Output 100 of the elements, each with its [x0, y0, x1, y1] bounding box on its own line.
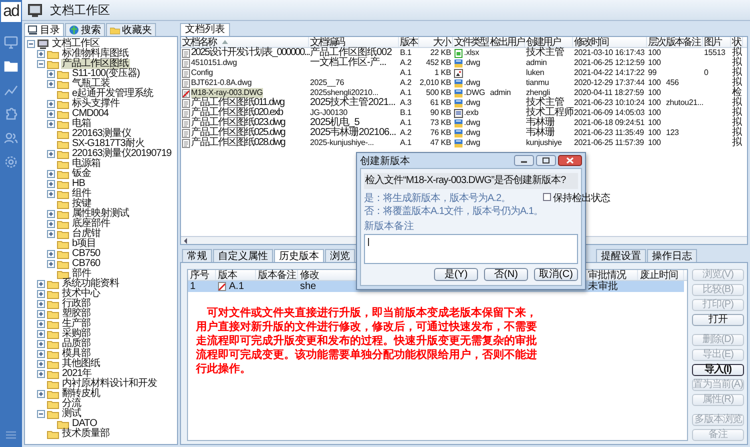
file-name[interactable]: 产品工作区图纸020.exb	[191, 108, 283, 118]
expand-icon[interactable]	[47, 170, 55, 178]
expand-icon[interactable]	[47, 260, 55, 268]
minimize-icon[interactable]	[514, 155, 534, 166]
detail-tab[interactable]: 操作日志	[647, 249, 697, 262]
keep-checkout-checkbox[interactable]: 保持检出状态	[543, 193, 610, 217]
column-header[interactable]: 序号	[190, 270, 209, 281]
tree-item[interactable]: CB760	[71, 259, 102, 269]
expand-icon[interactable]	[47, 180, 55, 188]
tree-item[interactable]: 品质部	[61, 339, 92, 349]
list-tab[interactable]: 文档列表	[180, 23, 230, 36]
tree-item[interactable]: S11-100(变压器)	[71, 69, 141, 79]
tree-item[interactable]: 其他图纸	[61, 359, 101, 369]
tree-item[interactable]: 220163测量仪20190719	[71, 149, 172, 159]
tree-item[interactable]: SX-G1817T3耐火	[71, 139, 146, 149]
column-header[interactable]: 废止时间	[640, 270, 678, 281]
dialog-button[interactable]: 取消(C)	[534, 268, 578, 281]
note-field[interactable]	[364, 234, 578, 264]
expand-icon[interactable]	[47, 210, 55, 218]
tree-item[interactable]: 模具部	[61, 349, 92, 359]
tree-item[interactable]: 翻转皮机	[61, 389, 101, 399]
expand-icon[interactable]	[37, 330, 45, 338]
expand-icon[interactable]	[37, 280, 45, 288]
file-name[interactable]: 产品工作区图纸025.dwg	[191, 128, 285, 138]
expand-icon[interactable]	[47, 70, 55, 78]
column-header[interactable]: 修改	[300, 270, 319, 281]
tree-item[interactable]: 底座部件	[71, 219, 111, 229]
tree-item[interactable]: 内衬原材料设计和开发	[61, 379, 158, 389]
file-name[interactable]: 4510151.dwg	[191, 58, 237, 68]
tree-item[interactable]: 220163测量仪	[71, 129, 132, 139]
expand-icon[interactable]	[47, 150, 55, 158]
expand-icon[interactable]	[37, 340, 45, 348]
file-name[interactable]: 2025设计开发计划表_000000...	[191, 48, 310, 58]
tree-item[interactable]: 技术质量部	[61, 429, 110, 439]
tree-item[interactable]: b项目	[71, 239, 98, 249]
column-header[interactable]: 版本	[218, 270, 237, 281]
tree-item[interactable]: 测试	[61, 409, 82, 419]
expand-icon[interactable]	[47, 250, 55, 258]
collapse-icon[interactable]	[37, 410, 45, 418]
tree-item[interactable]: CB750	[71, 249, 102, 259]
expand-icon[interactable]	[37, 300, 45, 308]
column-header[interactable]: 版本	[400, 37, 417, 49]
expand-icon[interactable]	[37, 370, 45, 378]
expand-icon[interactable]	[37, 50, 45, 58]
tree-item[interactable]: 标准物料库图纸	[61, 49, 130, 59]
tree-item[interactable]: 钣金	[71, 169, 92, 179]
close-icon[interactable]	[558, 155, 582, 166]
file-name[interactable]: M18-X-ray-003.DWG	[191, 88, 263, 98]
action-button[interactable]: 打开	[692, 314, 744, 326]
maximize-icon[interactable]	[536, 155, 556, 166]
tree-item[interactable]: 文档工作区	[51, 39, 100, 49]
tree-item[interactable]: 部件	[71, 269, 92, 279]
column-header[interactable]: 修改时间	[574, 37, 608, 49]
column-header[interactable]: 层次	[648, 37, 665, 49]
detail-tab[interactable]: 历史版本	[274, 249, 324, 262]
tree-item[interactable]: 台虎钳	[71, 229, 102, 239]
tree-item[interactable]: 按键	[71, 199, 92, 209]
file-name[interactable]: Config	[191, 68, 213, 78]
tree-item[interactable]: 电箱	[71, 119, 92, 129]
tree-item[interactable]: 气瓶工装	[71, 79, 111, 89]
panel-tab[interactable]: 搜索	[65, 23, 105, 36]
column-header[interactable]: 版本备注	[258, 270, 296, 281]
tree-item[interactable]: CMD004	[71, 109, 110, 119]
expand-icon[interactable]	[37, 320, 45, 328]
detail-tab[interactable]: 常规	[182, 249, 212, 262]
expand-icon[interactable]	[37, 360, 45, 368]
tree-item[interactable]: 系统功能资料	[61, 279, 120, 289]
tree-item[interactable]: DATO	[71, 419, 98, 429]
column-header[interactable]: 图片	[704, 37, 721, 49]
collapse-icon[interactable]	[37, 60, 45, 68]
expand-icon[interactable]	[37, 310, 45, 318]
expand-icon[interactable]	[47, 220, 55, 228]
tree-item[interactable]: HB	[71, 179, 86, 189]
panel-tab[interactable]: 目录	[24, 23, 64, 36]
tree-item[interactable]: 塑胶部	[61, 309, 92, 319]
tree-item[interactable]: 采购部	[61, 329, 92, 339]
tree-item[interactable]: e起通开发管理系统	[71, 89, 154, 99]
file-name[interactable]: 产品工作区图纸023.dwg	[191, 118, 285, 128]
panel-tab[interactable]: 收藏夹	[106, 23, 156, 36]
tree-item[interactable]: 产品工作区图纸	[61, 59, 130, 69]
expand-icon[interactable]	[47, 80, 55, 88]
expand-icon[interactable]	[47, 230, 55, 238]
tree-item[interactable]: 技术中心	[61, 289, 101, 299]
collapse-icon[interactable]	[27, 40, 35, 48]
detail-tab[interactable]: 自定义属性	[213, 249, 273, 262]
expand-icon[interactable]	[37, 290, 45, 298]
tree-item[interactable]: 分流	[61, 399, 82, 409]
file-name[interactable]: 产品工作区图纸011.dwg	[191, 98, 284, 108]
file-name[interactable]: BJT621-0.8A.dwg	[191, 78, 252, 88]
tree-item[interactable]: 生产部	[61, 319, 92, 329]
column-header[interactable]: 审批情况	[588, 270, 626, 281]
expand-icon[interactable]	[47, 190, 55, 198]
tree-item[interactable]: 电源箱	[71, 159, 102, 169]
column-header[interactable]: 大小	[433, 37, 450, 49]
expand-icon[interactable]	[47, 120, 55, 128]
tree-item[interactable]: 组件	[71, 189, 92, 199]
tree-item[interactable]: 行政部	[61, 299, 92, 309]
expand-icon[interactable]	[37, 390, 45, 398]
scroll-left-icon[interactable]	[183, 238, 189, 244]
dialog-button[interactable]: 是(Y)	[434, 268, 478, 281]
